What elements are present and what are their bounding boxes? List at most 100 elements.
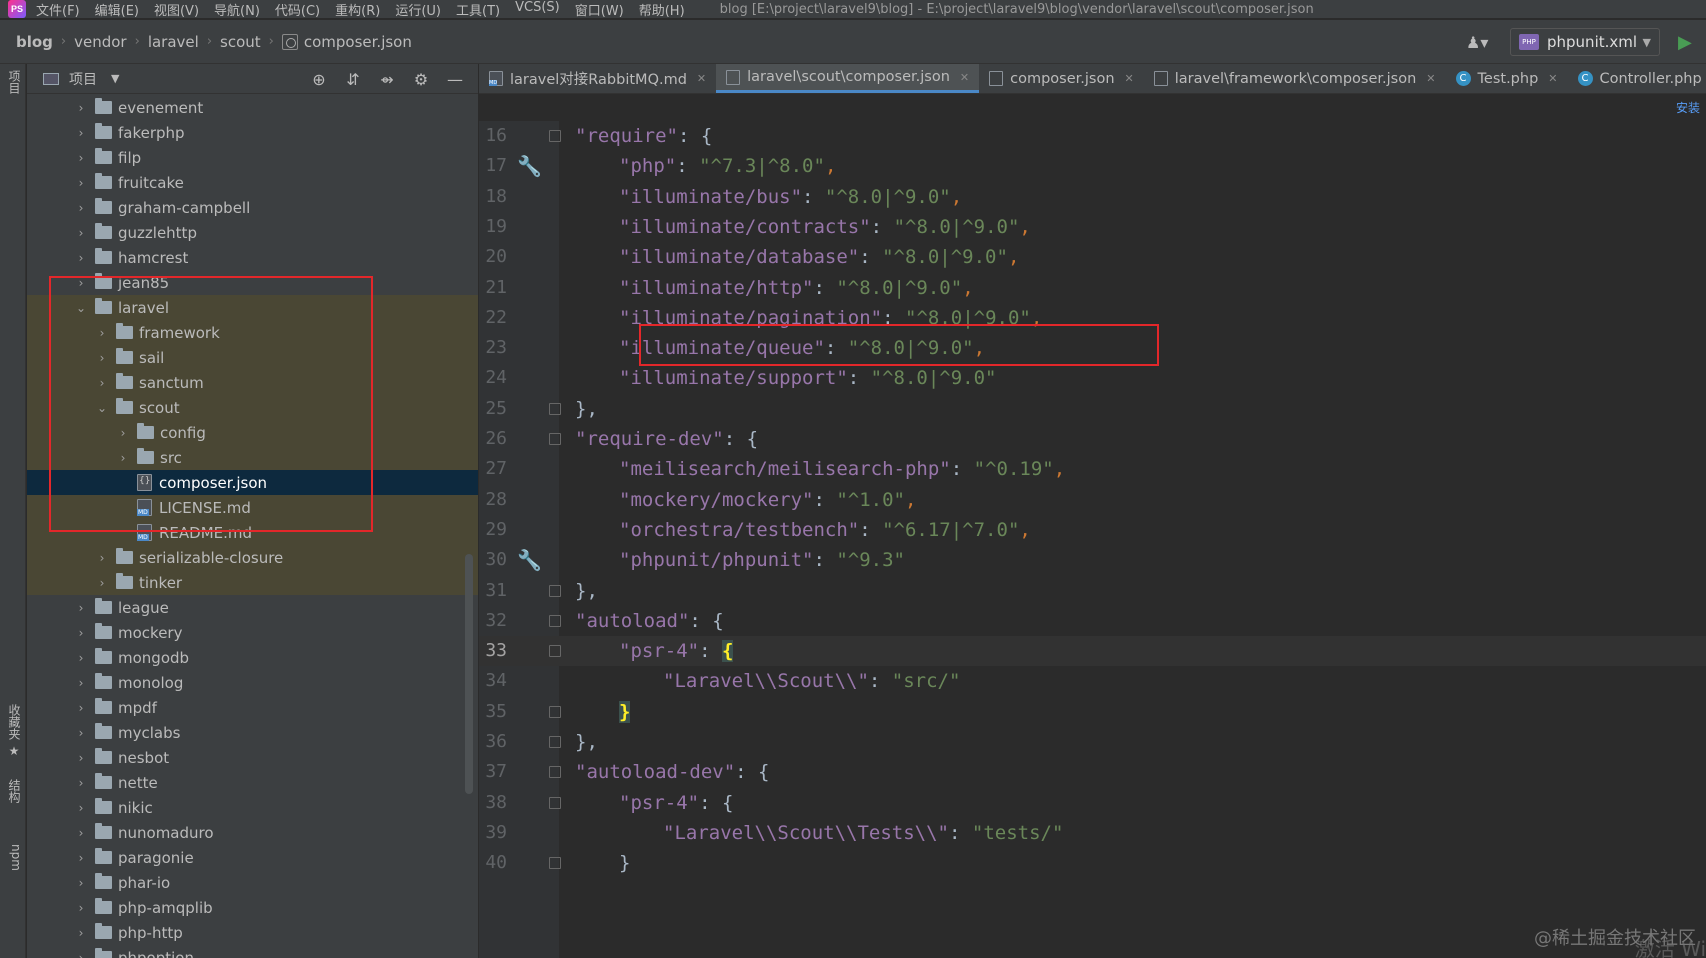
- tree-item[interactable]: › mpdf: [27, 695, 478, 720]
- close-icon[interactable]: ✕: [1426, 72, 1435, 85]
- tree-item[interactable]: › league: [27, 595, 478, 620]
- tree-item[interactable]: › framework: [27, 320, 478, 345]
- tree-item[interactable]: › filp: [27, 145, 478, 170]
- tree-item[interactable]: › fakerphp: [27, 120, 478, 145]
- tree-item[interactable]: LICENSE.md: [27, 495, 478, 520]
- code-line[interactable]: 32 "autoload": {: [479, 606, 1706, 636]
- chevron-right-icon[interactable]: ›: [73, 701, 89, 715]
- code-line[interactable]: 18 "illuminate/bus": "^8.0|^9.0",: [479, 182, 1706, 212]
- tree-item[interactable]: › monolog: [27, 670, 478, 695]
- editor-tab[interactable]: CController.php✕: [1568, 64, 1706, 93]
- tree-item[interactable]: › nette: [27, 770, 478, 795]
- chevron-right-icon[interactable]: ›: [73, 926, 89, 940]
- code-line[interactable]: 22 "illuminate/pagination": "^8.0|^9.0",: [479, 303, 1706, 333]
- menu-item[interactable]: VCS(S): [515, 0, 560, 18]
- menu-item[interactable]: 工具(T): [456, 0, 500, 19]
- fold-marker-icon[interactable]: [549, 584, 561, 597]
- editor-tab[interactable]: laravel\scout\composer.json ✕: [716, 64, 980, 93]
- menu-item[interactable]: 导航(N): [214, 0, 260, 19]
- chevron-right-icon[interactable]: ›: [73, 826, 89, 840]
- tree-item[interactable]: › mongodb: [27, 645, 478, 670]
- chevron-right-icon[interactable]: ›: [73, 851, 89, 865]
- collapse-all-icon[interactable]: ⇴: [370, 70, 404, 89]
- code-line[interactable]: 34 "Laravel\\Scout\\": "src/": [479, 666, 1706, 696]
- structure-tool-button[interactable]: 结构: [3, 779, 23, 803]
- chevron-right-icon[interactable]: ›: [73, 251, 89, 265]
- wrench-icon[interactable]: 🔧: [517, 151, 542, 181]
- editor-tab[interactable]: composer.json ✕: [979, 64, 1144, 93]
- tree-item[interactable]: › tinker: [27, 570, 478, 595]
- chevron-right-icon[interactable]: ›: [94, 551, 110, 565]
- tree-item[interactable]: › nunomaduro: [27, 820, 478, 845]
- user-icon[interactable]: ♟▾: [1466, 33, 1496, 52]
- breadcrumb-item[interactable]: scout: [220, 33, 261, 51]
- fold-marker-icon[interactable]: [549, 796, 561, 809]
- tree-item[interactable]: ⌄ scout: [27, 395, 478, 420]
- chevron-right-icon[interactable]: ›: [94, 576, 110, 590]
- expand-all-icon[interactable]: ⇵: [336, 70, 370, 89]
- code-line[interactable]: 16 "require": {: [479, 121, 1706, 151]
- code-line[interactable]: 31},: [479, 576, 1706, 606]
- tree-item[interactable]: › php-amqplib: [27, 895, 478, 920]
- chevron-down-icon[interactable]: ▼: [111, 72, 119, 85]
- code-line[interactable]: 38 "psr-4": {: [479, 788, 1706, 818]
- code-line[interactable]: 28 "mockery/mockery": "^1.0",: [479, 485, 1706, 515]
- chevron-right-icon[interactable]: ›: [73, 276, 89, 290]
- code-line[interactable]: 19 "illuminate/contracts": "^8.0|^9.0",: [479, 212, 1706, 242]
- close-icon[interactable]: ✕: [697, 72, 706, 85]
- tree-item[interactable]: › myclabs: [27, 720, 478, 745]
- close-icon[interactable]: ✕: [1548, 72, 1557, 85]
- project-tree-scrollbar[interactable]: [465, 554, 473, 794]
- chevron-right-icon[interactable]: ›: [73, 601, 89, 615]
- wrench-icon[interactable]: 🔧: [517, 545, 542, 575]
- fold-marker-icon[interactable]: [549, 736, 561, 748]
- menu-item[interactable]: 重构(R): [335, 0, 380, 19]
- tree-item[interactable]: › evenement: [27, 95, 478, 120]
- chevron-right-icon[interactable]: ›: [73, 726, 89, 740]
- menu-item[interactable]: 编辑(E): [95, 0, 139, 19]
- chevron-right-icon[interactable]: ›: [73, 876, 89, 890]
- tree-item[interactable]: › mockery: [27, 620, 478, 645]
- menu-item[interactable]: 帮助(H): [639, 0, 685, 19]
- tree-item[interactable]: › paragonie: [27, 845, 478, 870]
- fold-marker-icon[interactable]: [549, 766, 561, 779]
- gear-icon[interactable]: ⚙: [404, 70, 438, 89]
- chevron-right-icon[interactable]: ›: [94, 376, 110, 390]
- project-panel-title[interactable]: 项目: [69, 69, 97, 89]
- chevron-right-icon[interactable]: ›: [73, 901, 89, 915]
- tree-item[interactable]: › nesbot: [27, 745, 478, 770]
- code-line[interactable]: 26 "require-dev": {: [479, 424, 1706, 454]
- chevron-right-icon[interactable]: ›: [73, 651, 89, 665]
- tree-item[interactable]: › sanctum: [27, 370, 478, 395]
- code-line[interactable]: 27 "meilisearch/meilisearch-php": "^0.19"…: [479, 454, 1706, 484]
- menu-item[interactable]: 运行(U): [395, 0, 441, 19]
- code-line[interactable]: 20 "illuminate/database": "^8.0|^9.0",: [479, 242, 1706, 272]
- tree-item[interactable]: composer.json: [27, 470, 478, 495]
- menu-item[interactable]: 视图(V): [154, 0, 199, 19]
- project-tool-button[interactable]: 项目: [3, 70, 23, 94]
- menu-item[interactable]: 文件(F): [36, 0, 80, 19]
- tree-item[interactable]: › graham-campbell: [27, 195, 478, 220]
- chevron-right-icon[interactable]: ›: [73, 951, 89, 958]
- tree-item[interactable]: › hamcrest: [27, 245, 478, 270]
- code-line[interactable]: 39 "Laravel\\Scout\\Tests\\": "tests/": [479, 818, 1706, 848]
- tree-item[interactable]: › sail: [27, 345, 478, 370]
- tree-item[interactable]: › fruitcake: [27, 170, 478, 195]
- install-link[interactable]: 安装: [1676, 99, 1700, 116]
- code-line[interactable]: 24 "illuminate/support": "^8.0|^9.0": [479, 363, 1706, 393]
- code-line[interactable]: 40}: [479, 848, 1706, 878]
- chevron-right-icon[interactable]: ›: [73, 626, 89, 640]
- tree-item[interactable]: README.md: [27, 520, 478, 545]
- code-line[interactable]: 25},: [479, 394, 1706, 424]
- breadcrumb-item[interactable]: composer.json: [281, 33, 412, 51]
- chevron-right-icon[interactable]: ›: [115, 426, 131, 440]
- fold-marker-icon[interactable]: [549, 433, 561, 445]
- chevron-down-icon[interactable]: ⌄: [94, 401, 110, 415]
- chevron-right-icon[interactable]: ›: [115, 451, 131, 465]
- code-line[interactable]: 21 "illuminate/http": "^8.0|^9.0",: [479, 273, 1706, 303]
- chevron-right-icon[interactable]: ›: [73, 126, 89, 140]
- chevron-right-icon[interactable]: ›: [94, 351, 110, 365]
- npm-tool-button[interactable]: npm: [3, 844, 23, 871]
- chevron-right-icon[interactable]: ›: [73, 176, 89, 190]
- locate-file-icon[interactable]: ⊕: [302, 70, 336, 89]
